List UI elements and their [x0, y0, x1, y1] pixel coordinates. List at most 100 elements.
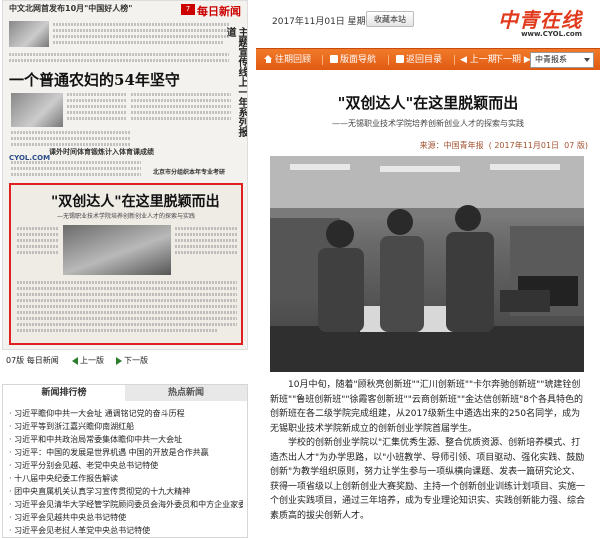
paper-lead-headline: 一个普通农妇的54年坚守	[9, 71, 180, 89]
home-icon	[264, 55, 273, 63]
paper-text-line	[175, 239, 237, 242]
nav-bar: 往期回顾 版面导航 返回目录 ◀ 上一期 下一期 ▶ 中青报系	[256, 48, 600, 70]
paper-text-line	[17, 329, 217, 332]
paper-text-line	[11, 161, 141, 164]
paper-text-line	[67, 111, 127, 114]
news-ranking-panel: 新闻排行榜 热点新闻 · 习近平瞻仰中共一大会址 通调铭记党的奋斗历程 · 习近…	[2, 384, 248, 538]
paper-text-line	[67, 117, 127, 120]
paper-text-line	[17, 251, 59, 254]
highlighted-article-block[interactable]: "双创达人"在这里脱颖而出 —无锡职业技术学院培养创新创业人才的探索与实践	[9, 183, 243, 345]
article-body: 10月中旬，随着"顾秋亮创新班""汇川创新班""卡尔奔驰创新班""琥建铨创新班"…	[270, 378, 586, 523]
ranking-item[interactable]: · 习近平会见清华大学经管学院顾问委员会海外委员和中方企业家委员	[9, 498, 243, 511]
source-page: 07 版)	[564, 141, 588, 150]
ranking-list: · 习近平瞻仰中共一大会址 通调铭记党的奋斗历程 · 习近平等到浙江嘉兴瞻仰南湖…	[9, 407, 243, 537]
list-icon	[396, 55, 404, 63]
highlighted-article-subtitle: —无锡职业技术学院培养创新创业人才的探索与实践	[57, 213, 196, 220]
photo-illustration	[270, 156, 584, 372]
paper-text-line	[17, 317, 237, 320]
paper-text-line	[9, 53, 229, 56]
ranking-item[interactable]: · 十八届中央纪委工作报告解读	[9, 472, 243, 485]
add-favorite-button[interactable]: 收藏本站	[366, 11, 414, 27]
article-paragraph: 学校的创新创业学院以"汇集优秀生源、整合优质资源、创新培养模式、打造杰出人才"为…	[270, 438, 586, 521]
paper-text-line	[131, 93, 231, 96]
nav-divider	[322, 55, 323, 65]
paper-text-line	[11, 167, 141, 170]
paper-text-line	[17, 239, 59, 242]
article-subtitle: ——无锡职业技术学院培养创新创业人才的探索与实践	[332, 119, 524, 128]
paper-text-line	[17, 287, 237, 290]
paper-text-line	[175, 227, 237, 230]
ranking-item[interactable]: · 团中央直属机关认真学习宣传贯彻党的十九大精神	[9, 485, 243, 498]
paper-text-line	[131, 111, 231, 114]
paper-text-line	[17, 245, 59, 248]
article-paragraph: 10月中旬，随着"顾秋亮创新班""汇川创新班""卡尔奔驰创新班""琥建铨创新班"…	[270, 380, 583, 434]
paper-text-line	[53, 35, 229, 38]
paper-text-line	[17, 293, 237, 296]
paper-text-line	[11, 131, 131, 134]
paper-text-line	[53, 23, 229, 26]
ranking-item[interactable]: · 习近平会见老挝人革党中央总书记特使	[9, 524, 243, 537]
paper-sub-headline: 课外时间体育锻炼计入体育课成绩	[49, 148, 154, 156]
nav-next-issue[interactable]: 下一期 ▶	[494, 53, 531, 67]
paper-text-line	[17, 299, 237, 302]
ranking-item[interactable]: · 习近平分别会见越、老党中央总书记特使	[9, 459, 243, 472]
tab-hot-news[interactable]: 热点新闻	[125, 385, 247, 401]
arrow-left-icon	[72, 356, 78, 365]
newspaper-select[interactable]: 中青报系	[530, 52, 594, 68]
paper-side-headline: 主题宣传线上一年系列报道	[224, 27, 247, 137]
nav-divider	[388, 55, 389, 65]
article-title: "双创达人"在这里脱颖而出	[337, 94, 519, 112]
site-url: www.CYOL.com	[521, 30, 582, 38]
top-bar: 2017年11月01日 星期三 收藏本站 中青在线 www.CYOL.com	[256, 0, 600, 46]
nav-prev-issue[interactable]: ◀ 上一期	[460, 53, 497, 67]
paper-text-line	[11, 173, 141, 176]
paper-text-line	[67, 105, 127, 108]
ranking-tabs: 新闻排行榜 热点新闻	[3, 385, 247, 401]
article-photo	[270, 156, 584, 372]
paper-text-line	[175, 245, 237, 248]
arrow-right-icon	[116, 356, 122, 365]
paper-text-line	[11, 137, 131, 140]
ranking-item[interactable]: · 习近平：中国的发展是世界机遇 中国的开放是合作共赢	[9, 446, 243, 459]
edition-label: 07版 每日新闻	[6, 356, 59, 365]
article-source: 来源：中国青年报 ( 2017年11月01日 07 版)	[420, 140, 588, 151]
paper-photo-portrait	[11, 93, 63, 127]
chevron-down-icon	[584, 58, 590, 62]
ranking-item[interactable]: · 习近平瞻仰中共一大会址 通调铭记党的奋斗历程	[9, 407, 243, 420]
current-date: 2017年11月01日 星期三	[272, 17, 375, 27]
paper-text-line	[17, 305, 237, 308]
right-column: 2017年11月01日 星期三 收藏本站 中青在线 www.CYOL.com 往…	[256, 0, 600, 538]
ranking-item[interactable]: · 习近平等到浙江嘉兴瞻仰南湖红船	[9, 420, 243, 433]
layout-icon	[330, 55, 338, 63]
paper-text-line	[67, 99, 127, 102]
paper-text-line	[17, 227, 59, 230]
paper-text-line	[131, 105, 231, 108]
prev-page-link[interactable]: 上一版	[72, 355, 104, 366]
highlighted-article-photo	[63, 225, 171, 275]
paper-text-line	[67, 93, 127, 96]
paper-text-line	[9, 59, 229, 62]
paper-text-line	[17, 311, 237, 314]
nav-divider	[454, 55, 455, 65]
tab-news-ranking[interactable]: 新闻排行榜	[3, 385, 125, 401]
paper-text-line	[17, 233, 59, 236]
source-label: 来源：中国青年报	[419, 141, 484, 150]
paper-text-line	[53, 41, 223, 44]
nav-past-issues[interactable]: 往期回顾	[264, 53, 311, 67]
highlighted-article-title: "双创达人"在这里脱颖而出	[51, 194, 220, 210]
left-column: 中文北网首发布10月"中国好人榜" 7 每日新闻 主题宣传线上一年系列报道 一个…	[0, 0, 252, 538]
paper-masthead: 每日新闻	[197, 5, 241, 18]
ranking-item[interactable]: · 习近平会见越共中央总书记特使	[9, 511, 243, 524]
paper-text-line	[175, 233, 237, 236]
paper-text-line	[53, 29, 229, 32]
ranking-item[interactable]: · 习近平和中共政治局常委集体瞻仰中共一大会址	[9, 433, 243, 446]
paper-text-line	[131, 117, 231, 120]
site-logo[interactable]: 中青在线	[498, 4, 582, 33]
nav-back-to-index[interactable]: 返回目录	[396, 53, 442, 67]
source-date: ( 2017年11月01日	[488, 141, 560, 150]
paper-text-line	[131, 99, 231, 102]
nav-page-navigation[interactable]: 版面导航	[330, 53, 376, 67]
next-page-link[interactable]: 下一版	[116, 355, 148, 366]
paper-photo-small	[9, 21, 49, 47]
paper-text-line	[17, 281, 237, 284]
